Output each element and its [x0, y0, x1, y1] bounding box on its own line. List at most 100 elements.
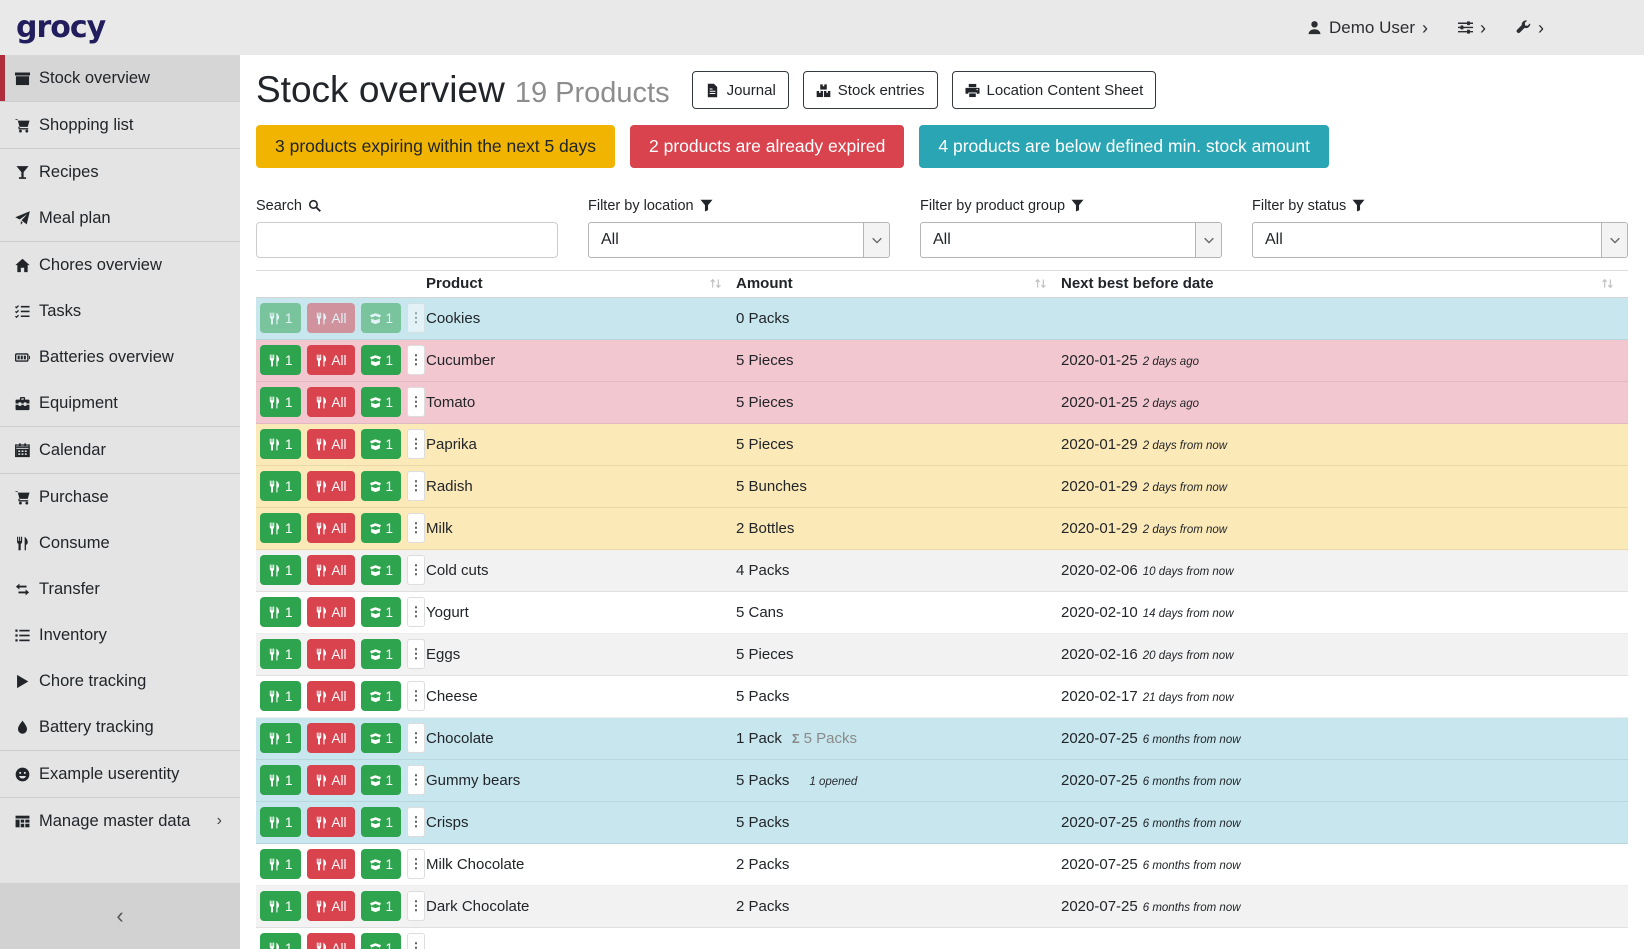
sidebar-item-tasks[interactable]: Tasks [0, 288, 240, 334]
consume-one-button[interactable]: 1 [260, 807, 301, 837]
consume-one-button[interactable]: 1 [260, 639, 301, 669]
sidebar-item-recipes[interactable]: Recipes [0, 149, 240, 195]
sidebar-item-consume[interactable]: Consume [0, 520, 240, 566]
open-one-button[interactable]: 1 [361, 639, 402, 669]
row-menu-button[interactable]: ⋮ [407, 807, 425, 837]
row-menu-button[interactable]: ⋮ [407, 471, 425, 501]
consume-one-button[interactable]: 1 [260, 513, 301, 543]
journal-button[interactable]: Journal [692, 71, 789, 109]
sidebar-item-meal-plan[interactable]: Meal plan [0, 195, 240, 241]
sidebar-item-stock-overview[interactable]: Stock overview [0, 55, 240, 101]
consume-all-button[interactable]: All [307, 429, 355, 459]
open-one-button[interactable]: 1 [361, 723, 402, 753]
settings-menu[interactable]: › [1458, 19, 1486, 37]
row-menu-button[interactable]: ⋮ [407, 891, 425, 921]
open-one-button[interactable]: 1 [361, 891, 402, 921]
sidebar-item-manage-master-data[interactable]: Manage master data › [0, 798, 240, 844]
sidebar-collapse-button[interactable]: ‹ [0, 883, 240, 949]
product-group-select[interactable]: All [920, 222, 1222, 258]
location-select[interactable]: All [588, 222, 890, 258]
consume-all-button[interactable]: All [307, 891, 355, 921]
row-menu-button[interactable]: ⋮ [407, 387, 425, 417]
row-menu-button[interactable]: ⋮ [407, 513, 425, 543]
admin-menu[interactable]: › [1516, 19, 1544, 37]
sidebar-item-purchase[interactable]: Purchase [0, 474, 240, 520]
status-select[interactable]: All [1252, 222, 1628, 258]
row-menu-button[interactable]: ⋮ [407, 933, 425, 949]
consume-one-button[interactable]: 1 [260, 597, 301, 627]
consume-one-button[interactable]: 1 [260, 555, 301, 585]
search-input[interactable] [256, 222, 558, 258]
date-cell: 2020-07-256 months from now [1061, 730, 1628, 747]
location-content-sheet-button[interactable]: Location Content Sheet [952, 71, 1157, 109]
sidebar-item-calendar[interactable]: Calendar [0, 427, 240, 473]
consume-all-button[interactable]: All [307, 933, 355, 949]
consume-one-button[interactable]: 1 [260, 849, 301, 879]
consume-one-button[interactable]: 1 [260, 891, 301, 921]
open-one-button[interactable]: 1 [361, 849, 402, 879]
consume-all-button[interactable]: All [307, 345, 355, 375]
consume-all-button[interactable]: All [307, 723, 355, 753]
row-menu-button[interactable]: ⋮ [407, 639, 425, 669]
open-one-button[interactable]: 1 [361, 765, 402, 795]
open-one-button[interactable]: 1 [361, 555, 402, 585]
consume-one-button[interactable]: 1 [260, 765, 301, 795]
row-menu-button[interactable]: ⋮ [407, 345, 425, 375]
open-one-button[interactable]: 1 [361, 387, 402, 417]
sidebar-item-chores-overview[interactable]: Chores overview [0, 242, 240, 288]
row-menu-button[interactable]: ⋮ [407, 723, 425, 753]
consume-one-button[interactable]: 1 [260, 345, 301, 375]
column-header-next-best-before-date[interactable]: Next best before date [1061, 275, 1628, 292]
row-menu-button[interactable]: ⋮ [407, 597, 425, 627]
column-header-product[interactable]: Product [426, 275, 736, 292]
expired-products-alert[interactable]: 2 products are already expired [630, 125, 904, 168]
consume-all-button[interactable]: All [307, 471, 355, 501]
sidebar-item-example-userentity[interactable]: Example userentity [0, 751, 240, 797]
open-one-button[interactable]: 1 [361, 513, 402, 543]
consume-one-button[interactable]: 1 [260, 933, 301, 949]
consume-one-button[interactable]: 1 [260, 303, 301, 333]
sidebar-item-equipment[interactable]: Equipment [0, 380, 240, 426]
consume-one-button[interactable]: 1 [260, 723, 301, 753]
consume-one-button[interactable]: 1 [260, 681, 301, 711]
expiring-products-alert[interactable]: 3 products expiring within the next 5 da… [256, 125, 615, 168]
row-menu-button[interactable]: ⋮ [407, 429, 425, 459]
consume-all-button[interactable]: All [307, 807, 355, 837]
open-one-button[interactable]: 1 [361, 303, 402, 333]
row-menu-button[interactable]: ⋮ [407, 303, 425, 333]
consume-all-button[interactable]: All [307, 639, 355, 669]
app-logo[interactable]: grocy [16, 10, 105, 45]
consume-all-button[interactable]: All [307, 513, 355, 543]
open-one-button[interactable]: 1 [361, 681, 402, 711]
consume-one-button[interactable]: 1 [260, 387, 301, 417]
open-one-button[interactable]: 1 [361, 345, 402, 375]
sidebar-item-battery-tracking[interactable]: Battery tracking [0, 704, 240, 750]
consume-all-button[interactable]: All [307, 849, 355, 879]
consume-all-button[interactable]: All [307, 555, 355, 585]
consume-one-button[interactable]: 1 [260, 471, 301, 501]
open-one-button[interactable]: 1 [361, 429, 402, 459]
column-header-amount[interactable]: Amount [736, 275, 1061, 292]
user-menu[interactable]: Demo User › [1307, 18, 1428, 38]
open-one-button[interactable]: 1 [361, 933, 402, 949]
sidebar-item-inventory[interactable]: Inventory [0, 612, 240, 658]
below-min-stock-alert[interactable]: 4 products are below defined min. stock … [919, 125, 1329, 168]
sidebar-item-chore-tracking[interactable]: Chore tracking [0, 658, 240, 704]
stock-entries-button[interactable]: Stock entries [803, 71, 938, 109]
row-menu-button[interactable]: ⋮ [407, 681, 425, 711]
consume-all-button[interactable]: All [307, 765, 355, 795]
consume-all-button[interactable]: All [307, 387, 355, 417]
row-menu-button[interactable]: ⋮ [407, 849, 425, 879]
open-one-button[interactable]: 1 [361, 807, 402, 837]
row-menu-button[interactable]: ⋮ [407, 765, 425, 795]
sidebar-item-shopping-list[interactable]: Shopping list [0, 102, 240, 148]
consume-all-button[interactable]: All [307, 681, 355, 711]
sidebar-item-batteries-overview[interactable]: Batteries overview [0, 334, 240, 380]
sidebar-item-transfer[interactable]: Transfer [0, 566, 240, 612]
open-one-button[interactable]: 1 [361, 597, 402, 627]
consume-one-button[interactable]: 1 [260, 429, 301, 459]
row-menu-button[interactable]: ⋮ [407, 555, 425, 585]
consume-all-button[interactable]: All [307, 597, 355, 627]
consume-all-button[interactable]: All [307, 303, 355, 333]
open-one-button[interactable]: 1 [361, 471, 402, 501]
